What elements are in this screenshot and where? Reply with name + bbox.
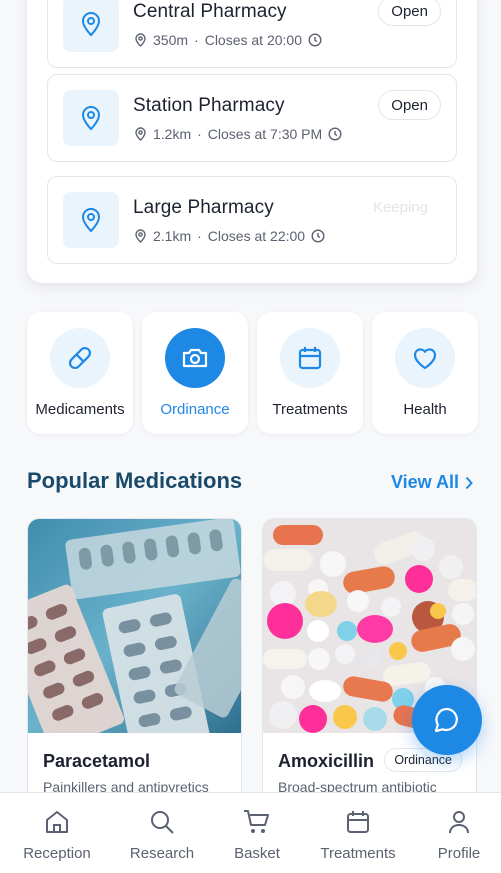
pharmacy-name: Central Pharmacy: [133, 1, 287, 22]
meta-separator: ·: [194, 32, 199, 48]
location-pin-icon: [63, 0, 119, 52]
pharmacy-meta: 2.1km · Closes at 22:00: [134, 228, 325, 244]
status-badge: Open: [378, 0, 441, 26]
category-label: Ordinance: [160, 401, 230, 418]
pharmacy-name: Station Pharmacy: [133, 95, 285, 116]
nav-profile[interactable]: Profile: [409, 807, 501, 862]
nav-reception[interactable]: Reception: [7, 807, 107, 862]
category-medicaments[interactable]: Medicaments: [27, 312, 133, 434]
nav-label: Profile: [437, 845, 481, 862]
meta-separator: ·: [197, 126, 202, 142]
nav-research[interactable]: Research: [112, 807, 212, 862]
chat-button[interactable]: [412, 685, 482, 755]
clock-icon: [308, 33, 322, 47]
nav-label: Reception: [23, 845, 91, 862]
view-all-label: View All: [390, 472, 459, 492]
pill-icon: [50, 328, 110, 388]
clock-icon: [311, 229, 325, 243]
view-all-link[interactable]: View All: [391, 472, 473, 493]
search-icon: [112, 807, 212, 837]
location-small-icon: [135, 127, 146, 141]
section-title: Popular Medications: [27, 468, 243, 493]
category-label: Treatments: [272, 401, 348, 418]
calendar-icon: [308, 807, 408, 837]
home-icon: [7, 807, 107, 837]
medication-card[interactable]: Amoxicillin Ordinance Broad-spectrum ant…: [262, 518, 477, 818]
pharmacy-closing: Closes at 20:00: [204, 32, 302, 48]
location-pin-icon: [63, 90, 119, 146]
bottom-nav: Reception Research Basket Treatments Pro…: [0, 792, 501, 873]
location-small-icon: [135, 229, 146, 243]
pharmacy-closing: Closes at 7:30 PM: [207, 126, 323, 142]
user-icon: [409, 807, 501, 837]
nav-label: Basket: [234, 845, 280, 862]
location-small-icon: [135, 33, 146, 47]
pharmacy-meta: 350m · Closes at 20:00: [134, 32, 322, 48]
pharmacy-card[interactable]: Central Pharmacy 350m · Closes at 20:00 …: [47, 0, 457, 68]
category-ordinance[interactable]: Ordinance: [142, 312, 248, 434]
nearby-pharmacies-panel: Central Pharmacy 350m · Closes at 20:00 …: [27, 0, 477, 283]
medication-name: Paracetamol: [43, 751, 151, 771]
clock-icon: [328, 127, 342, 141]
app-screen: Central Pharmacy 350m · Closes at 20:00 …: [0, 0, 501, 873]
pharmacy-name: Large Pharmacy: [133, 197, 274, 218]
status-badge: Keeping: [359, 192, 441, 222]
nav-treatments[interactable]: Treatments: [308, 807, 408, 862]
calendar-icon: [280, 328, 340, 388]
category-label: Health: [403, 401, 447, 418]
location-pin-icon: [63, 192, 119, 248]
meta-separator: ·: [197, 228, 202, 244]
category-treatments[interactable]: Treatments: [257, 312, 363, 434]
pharmacy-distance: 2.1km: [153, 228, 192, 244]
chat-bubble-icon: [434, 707, 458, 733]
pharmacy-distance: 350m: [153, 32, 189, 48]
chevron-right-icon: [465, 476, 473, 489]
nav-basket[interactable]: Basket: [207, 807, 307, 862]
pharmacy-closing: Closes at 22:00: [207, 228, 306, 244]
status-badge: Open: [378, 90, 441, 120]
medication-name: Amoxicillin: [278, 751, 375, 771]
category-health[interactable]: Health: [372, 312, 478, 434]
medication-card[interactable]: Paracetamol Painkillers and antipyretics: [27, 518, 242, 818]
pharmacy-card[interactable]: Large Pharmacy 2.1km · Closes at 22:00 K…: [47, 176, 457, 264]
pharmacy-card[interactable]: Station Pharmacy 1.2km · Closes at 7:30 …: [47, 74, 457, 162]
cart-icon: [207, 807, 307, 837]
category-label: Medicaments: [35, 401, 125, 418]
nav-label: Research: [129, 845, 195, 862]
paracetamol-image: [28, 519, 241, 733]
pharmacy-meta: 1.2km · Closes at 7:30 PM: [134, 126, 342, 142]
heart-icon: [395, 328, 455, 388]
camera-icon: [165, 328, 225, 388]
pharmacy-distance: 1.2km: [153, 126, 192, 142]
nav-label: Treatments: [320, 845, 396, 862]
